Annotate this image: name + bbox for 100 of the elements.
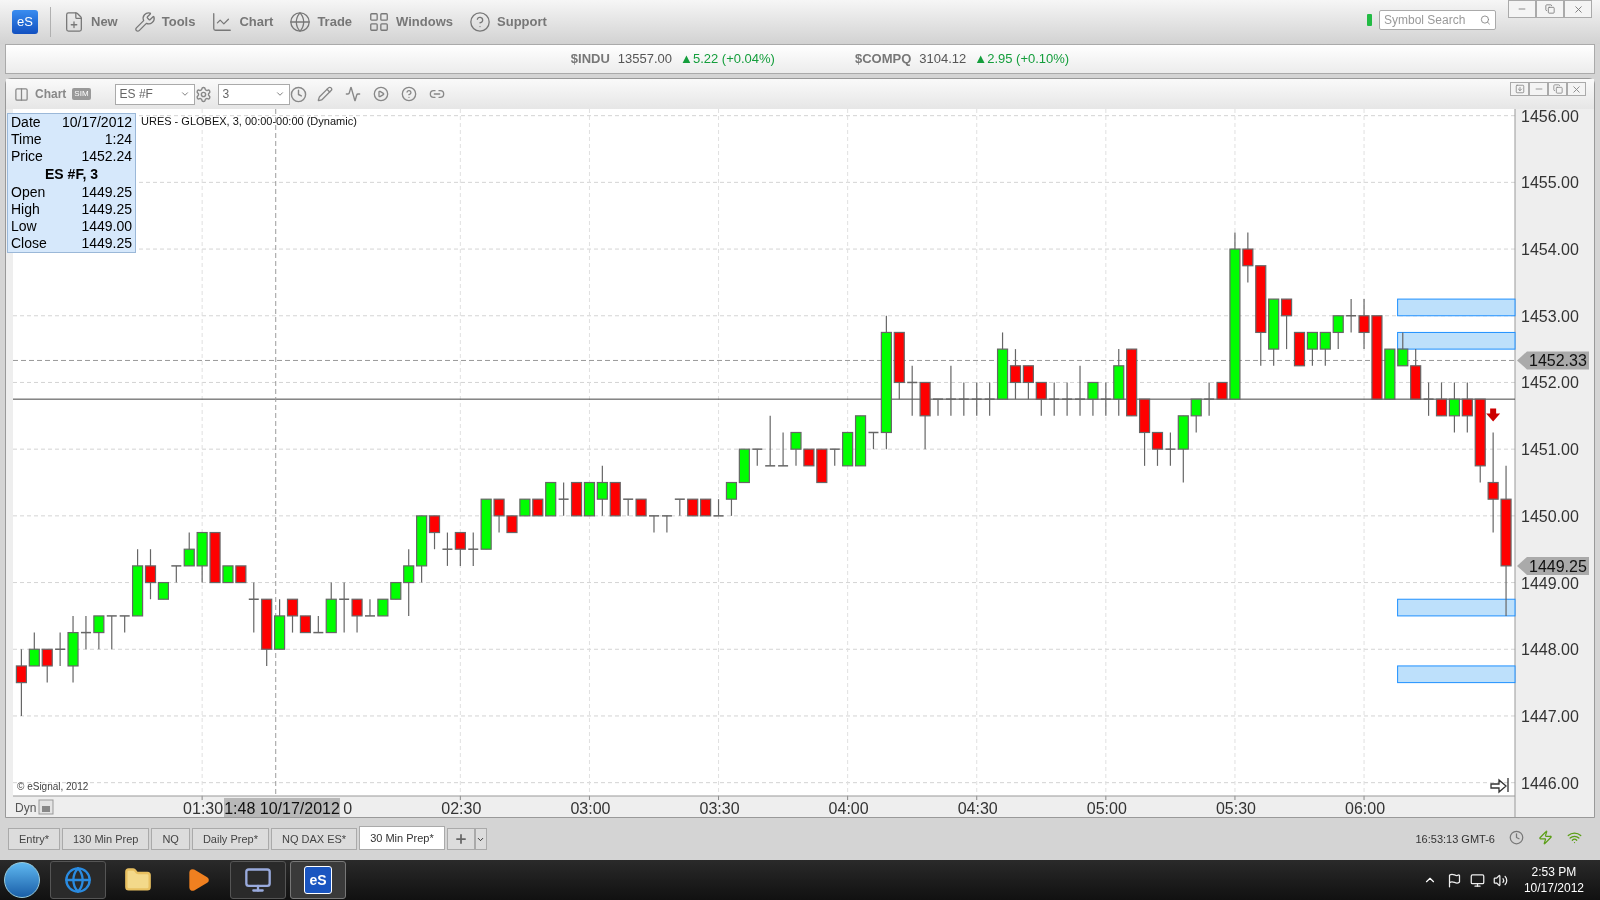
start-button[interactable] [4,862,40,898]
minimize-icon[interactable] [1508,0,1536,18]
chart-title: Chart [35,86,67,103]
candlestick [557,481,570,517]
candlestick [93,615,105,650]
interval-field[interactable]: 3 [217,83,290,105]
taskbar-app[interactable]: eS [290,861,346,899]
new-document-icon [63,11,85,33]
price-axis-label: 1449.00 [1521,574,1579,592]
add-tab-button[interactable] [446,828,475,850]
clock-icon[interactable] [289,85,307,103]
chart-icon [211,11,234,33]
flag-icon[interactable] [1446,872,1462,888]
time-axis-label: 0 [343,800,353,817]
data-value: 1449.25 [81,235,132,252]
lightning-icon[interactable] [1538,830,1553,845]
ticker-symbol[interactable]: $COMPQ [854,49,912,69]
taskbar-clock[interactable]: 2:53 PM 10/17/2012 [1523,864,1584,896]
monitor-icon [244,866,272,894]
search-icon [1480,14,1491,26]
data-label: High [11,201,40,218]
minimize-icon[interactable] [1529,82,1548,96]
pencil-icon[interactable] [316,86,333,102]
symbol-search-field[interactable]: Symbol Search [1379,10,1496,30]
ticker-change: ▲2.95 (+0.10%) [974,50,1070,69]
scroll-to-end-icon[interactable] [1490,777,1509,794]
data-value: 10/17/2012 [61,114,132,131]
restore-icon[interactable] [1548,82,1567,96]
signal-icon[interactable] [1567,830,1582,845]
sim-badge: SIM [72,88,91,100]
toolbar-button[interactable]: Support [469,11,547,33]
data-label: Low [11,218,37,235]
ticker-change: ▲5.22 (+0.04%) [680,50,775,69]
connection-indicator [1367,14,1372,26]
data-value: 1449.25 [81,201,132,218]
ticker-value: 13557.00 [617,50,673,69]
candlestick [687,498,699,517]
network-icon[interactable] [1469,872,1485,888]
toolbar-button[interactable]: Windows [368,11,453,33]
study-title: URES - GLOBEX, 3, 00:00-00:00 (Dynamic) [141,115,357,127]
study-icon[interactable] [344,86,361,102]
dock-icon[interactable] [1510,82,1529,96]
status-time: 16:53:13 GMT-6 [1415,832,1495,847]
close-icon[interactable] [1567,82,1586,96]
candlestick [519,498,531,517]
workspace-tab[interactable]: Entry* [8,828,60,850]
candlestick [971,381,983,417]
ticker-value: 3104.12 [919,50,967,69]
price-axis-label: 1447.00 [1521,707,1579,725]
ticker-symbol[interactable]: $INDU [570,49,610,69]
time-axis-label: 03:00 [570,800,611,817]
data-value: 1:24 [104,131,132,148]
symbol-field[interactable]: ES #F [114,83,195,105]
data-value: 1452.24 [81,148,132,165]
copyright-text: © eSignal, 2012 [17,781,89,792]
restore-icon[interactable] [1536,0,1564,18]
data-heading: ES #F, 3 [45,166,98,183]
candlestick [377,598,389,617]
layout-icon[interactable] [14,86,29,102]
settings-icon[interactable] [194,85,212,103]
volume-icon[interactable] [1492,872,1508,888]
price-axis-label: 1450.00 [1521,507,1579,525]
candlestick [1048,381,1060,417]
price-axis-label: 1455.00 [1521,174,1579,192]
taskbar-app[interactable] [230,861,286,899]
folder-icon [124,866,152,894]
toolbar-button[interactable]: Chart [211,11,274,33]
candlestick [674,498,686,517]
clock-icon[interactable] [1509,830,1524,845]
candlestick [648,515,660,534]
lock-icon[interactable] [38,799,54,815]
toolbar-button[interactable]: Trade [289,11,353,33]
candlestick [906,365,918,417]
time-axis-label: 04:30 [957,800,998,817]
workspace-tab[interactable]: 130 Min Prep [61,828,150,850]
candlestick [1306,331,1318,367]
data-value: 1449.00 [81,218,132,235]
play-icon[interactable] [372,86,389,102]
time-axis-label: 06:00 [1345,800,1386,817]
price-axis-label: 1446.00 [1521,774,1579,792]
data-label: Time [11,131,42,148]
workspace-tab[interactable]: Daily Prep* [191,828,269,850]
esignal-logo: eS [304,866,332,894]
toolbar-button[interactable]: Tools [133,11,196,33]
candlestick [570,481,583,517]
time-axis-label: 04:00 [828,800,869,817]
data-label: Date [11,114,41,131]
close-icon[interactable] [1564,0,1592,18]
candlestick [1332,315,1344,350]
tools-icon [133,11,156,33]
candlestick [441,531,454,567]
workspace-tab[interactable]: NQ [151,828,190,850]
workspace-tab[interactable]: 30 Min Prep* [359,826,445,850]
time-axis-label: 01:30 [183,800,224,817]
workspace-tab[interactable]: NQ DAX ES* [270,828,358,850]
toolbar-button[interactable]: New [63,11,118,33]
price-axis-label: 1452.00 [1521,374,1579,392]
app-logo[interactable]: eS [12,10,38,34]
time-axis-label: 03:30 [699,800,740,817]
candlestick [700,498,712,517]
